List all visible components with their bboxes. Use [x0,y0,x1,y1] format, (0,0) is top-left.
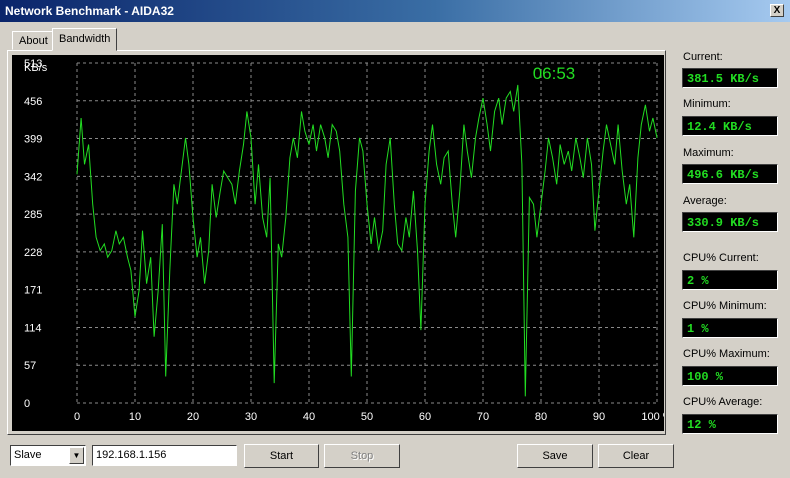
mode-select[interactable]: Slave ▼ [10,445,86,466]
x-tick-label: 30 [245,411,257,423]
x-tick-label: 70 [477,411,489,423]
save-button[interactable]: Save [517,444,593,468]
cpu-current-label: CPU% Current: [683,252,759,264]
address-input[interactable]: 192.168.1.156 [92,445,237,466]
mode-select-value: Slave [14,449,42,461]
minimum-label: Minimum: [683,98,731,110]
y-tick-label: 456 [24,96,42,108]
y-tick-label: 285 [24,209,42,221]
cpu-minimum-label: CPU% Minimum: [683,300,767,312]
cpu-average-label: CPU% Average: [683,396,763,408]
y-tick-label: 114 [24,322,42,334]
tab-bandwidth-label: Bandwidth [59,33,111,45]
chart-canvas: 5134563993422852281711145700 10 20 30 40 50 60… [24,58,664,423]
y-tick-label: 399 [24,134,42,146]
window-title: Network Benchmark - AIDA32 [5,4,174,18]
maximum-value: 496.6 KB/s [682,164,778,184]
y-tick-label: 0 [24,398,30,410]
maximum-label: Maximum: [683,147,734,159]
x-tick-label: 90 [593,411,605,423]
x-tick-label: 0 [74,411,80,423]
cpu-maximum-label: CPU% Maximum: [683,348,770,360]
tab-bandwidth[interactable]: Bandwidth [52,28,118,51]
cpu-minimum-value: 1 % [682,318,778,338]
y-tick-label: 57 [24,360,36,372]
chevron-down-icon[interactable]: ▼ [69,447,84,464]
x-tick-label: 20 [187,411,199,423]
y-tick-label: 342 [24,171,42,183]
clear-button[interactable]: Clear [598,444,674,468]
y-tick-label: 171 [24,285,42,297]
close-button[interactable]: X [770,4,784,17]
x-tick-label: 100 % [641,411,664,423]
x-tick-label: 80 [535,411,547,423]
close-icon: X [773,5,781,16]
stop-button[interactable]: Stop [324,444,400,468]
address-input-value: 192.168.1.156 [96,449,167,461]
x-tick-label: 60 [419,411,431,423]
average-label: Average: [683,195,727,207]
title-bar: Network Benchmark - AIDA32 X [0,0,790,22]
start-button[interactable]: Start [244,444,319,468]
average-value: 330.9 KB/s [682,212,778,232]
tab-about-label: About [19,35,48,47]
cpu-average-value: 12 % [682,414,778,434]
current-label: Current: [683,51,723,63]
x-tick-label: 50 [361,411,373,423]
cpu-current-value: 2 % [682,270,778,290]
x-tick-label: 40 [303,411,315,423]
minimum-value: 12.4 KB/s [682,116,778,136]
elapsed-timer: 06:53 [533,64,576,83]
bandwidth-chart: 513 456 399 342 285 228 171 114 57 0 0 10 20 30 40 50 60… [12,55,664,431]
y-axis-label: KB/s [24,62,48,74]
tab-about[interactable]: About [12,31,55,50]
y-tick-label: 228 [24,247,42,259]
current-value: 381.5 KB/s [682,68,778,88]
x-tick-label: 10 [129,411,141,423]
cpu-maximum-value: 100 % [682,366,778,386]
